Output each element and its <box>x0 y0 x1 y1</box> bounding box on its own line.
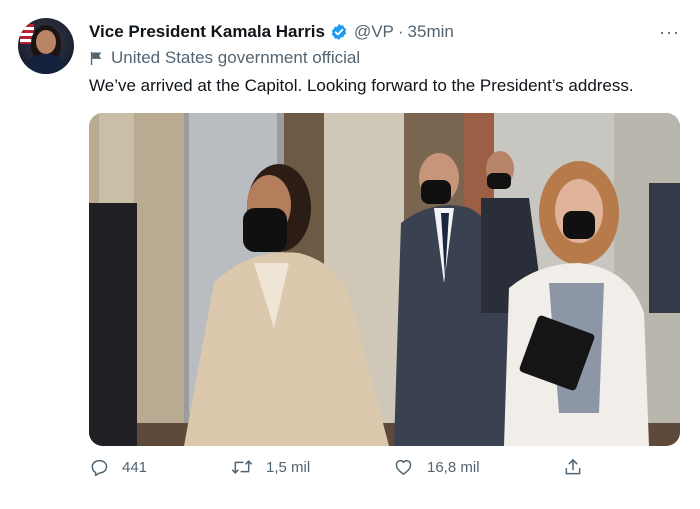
verified-badge-icon <box>331 24 347 40</box>
like-count: 16,8 mil <box>427 458 480 476</box>
tweet-timestamp[interactable]: 35min <box>408 22 454 42</box>
reply-icon <box>91 460 108 477</box>
avatar[interactable] <box>18 18 74 74</box>
government-label: United States government official <box>89 48 360 68</box>
tweet-photo[interactable] <box>89 113 680 446</box>
reply-count: 441 <box>122 458 148 476</box>
tweet-header: Vice President Kamala Harris @VP · 35min… <box>89 20 680 44</box>
flag-icon <box>90 51 102 65</box>
separator-dot: · <box>397 22 404 41</box>
government-label-text: United States government official <box>111 48 361 67</box>
retweet-button[interactable]: 1,5 mil <box>231 457 310 477</box>
tweet-actions: 441 1,5 mil 16,8 mil <box>89 457 609 487</box>
heart-icon <box>395 459 412 475</box>
author-name[interactable]: Vice President Kamala Harris <box>89 22 325 42</box>
reply-button[interactable]: 441 <box>89 457 147 477</box>
retweet-icon <box>231 460 253 474</box>
tweet-text: We’ve arrived at the Capitol. Looking fo… <box>89 76 634 95</box>
share-button[interactable] <box>563 457 596 477</box>
more-options-button[interactable]: ··· <box>659 20 680 44</box>
author-handle[interactable]: @VP <box>354 22 394 42</box>
like-button[interactable]: 16,8 mil <box>393 457 480 477</box>
photo-image <box>89 113 680 446</box>
retweet-count: 1,5 mil <box>266 458 311 476</box>
tweet[interactable]: Vice President Kamala Harris @VP · 35min… <box>0 0 700 509</box>
share-icon <box>565 459 581 475</box>
